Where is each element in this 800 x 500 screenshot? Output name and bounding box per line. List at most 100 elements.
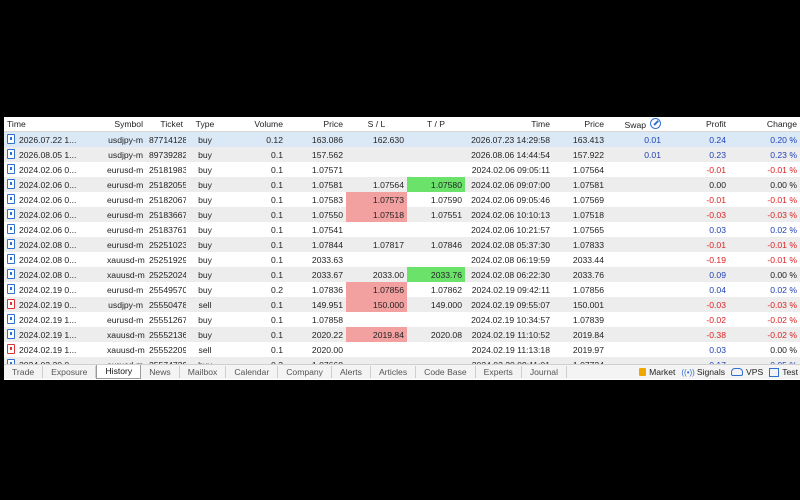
cell-close-time: 2024.02.19 11:10:52 [465,327,553,342]
table-row[interactable]: 2024.02.19 0... eurusd-m 25549570 buy 0.2 1.0… [4,282,800,297]
cell-change-value: 0.02 % [770,284,797,295]
cell-symbol: eurusd-m [104,162,146,177]
tab-alerts[interactable]: Alerts [332,366,371,378]
col-change[interactable]: Change [729,117,800,132]
cell-symbol: usdjpy-m [104,131,146,147]
cell-sl-value: 1.07817 [372,239,404,250]
cell-ticket: 89739282 [146,147,186,162]
table-row[interactable]: 2024.02.19 1... eurusd-m 25551267 buy 0.1 1.0… [4,312,800,327]
cell-volume: 0.1 [224,252,286,267]
cell-type: buy [186,207,224,222]
cell-volume-value: 0.1 [271,344,283,355]
tab-history[interactable]: History [96,365,142,379]
cell-profit-value: 0.03 [709,224,726,235]
cell-open-time-value: 2026.08.05 1... [19,150,77,160]
tab-articles[interactable]: Articles [371,366,417,378]
position-icon [7,224,15,234]
cell-type-value: buy [198,239,212,250]
col-volume[interactable]: Volume [224,117,286,132]
tab-company[interactable]: Company [278,366,332,378]
table-row[interactable]: 2024.02.08 0... xauusd-m 25252024 buy 0.1 203… [4,267,800,282]
cell-type: buy [186,312,224,327]
cell-sl: 1.07518 [346,207,407,222]
cell-profit-value: -0.03 [706,299,726,310]
cell-type-value: buy [198,284,212,295]
col-swap-label: Swap [624,120,647,130]
cell-price: 149.951 [286,297,346,312]
tab-code-base[interactable]: Code Base [416,366,476,378]
table-row[interactable]: 2026.07.22 1... usdjpy-m 87714128 buy 0.12 16… [4,131,800,147]
col-close-price[interactable]: Price [553,117,607,132]
cell-profit: 0.23 [664,147,729,162]
tab-experts[interactable]: Experts [476,366,522,378]
cell-price-value: 1.07571 [311,164,343,175]
cell-change-value: -0.01 % [767,254,797,265]
table-row[interactable]: 2024.02.19 1... xauusd-m 25552209 sell 0.1 20… [4,342,800,357]
cell-price-value: 1.07836 [311,284,343,295]
table-row[interactable]: 2024.02.06 0... eurusd-m 25182055 buy 0.1 1.0… [4,177,800,192]
col-symbol[interactable]: Symbol [104,117,146,132]
cell-close-price: 2019.97 [553,342,607,357]
cell-sl [346,222,407,237]
cell-swap [607,327,664,342]
cell-close-price: 2033.76 [553,267,607,282]
tab-calendar[interactable]: Calendar [226,366,279,378]
cell-ticket: 25183761 [146,222,186,237]
cell-symbol-value: xauusd-m [107,269,145,280]
signals-link[interactable]: ((•)) Signals [681,367,725,377]
cell-change: -0.03 % [729,207,800,222]
cell-price: 1.07541 [286,222,346,237]
market-link[interactable]: Market [639,367,675,377]
cell-sl [346,342,407,357]
cell-type-value: buy [198,314,212,325]
cell-change: 0.00 % [729,342,800,357]
edit-icon[interactable] [650,118,661,129]
tab-news[interactable]: News [141,366,180,378]
tab-trade[interactable]: Trade [4,366,44,378]
cell-profit: -0.01 [664,192,729,207]
signals-link-label: Signals [696,367,726,377]
col-close-time[interactable]: Time [465,117,553,132]
col-open-time[interactable]: Time [4,117,104,132]
cell-change-value: -0.03 % [767,299,797,310]
cell-open-time: 2026.07.22 1... [4,131,104,147]
tab-exposure[interactable]: Exposure [43,366,97,378]
table-row[interactable]: 2024.02.19 0... usdjpy-m 25550478 sell 0.1 14… [4,297,800,312]
col-ticket[interactable]: Ticket [146,117,186,132]
tab-mailbox[interactable]: Mailbox [180,366,227,378]
table-row[interactable]: 2024.02.06 0... eurusd-m 25181983 buy 0.1 1.0… [4,162,800,177]
position-icon [7,164,15,174]
vps-link[interactable]: VPS [731,367,763,377]
table-row[interactable]: 2024.02.06 0... eurusd-m 25183667 buy 0.1 1.0… [4,207,800,222]
table-row[interactable]: 2024.02.08 0... eurusd-m 25251023 buy 0.1 1.0… [4,237,800,252]
cell-volume-value: 0.1 [271,239,283,250]
cell-profit-value: -0.01 [706,194,726,205]
table-row[interactable]: 2024.02.19 1... xauusd-m 25552136 buy 0.1 202… [4,327,800,342]
cell-close-time: 2024.02.06 10:10:13 [465,207,553,222]
col-price[interactable]: Price [286,117,346,132]
table-row[interactable]: 2024.02.08 0... xauusd-m 25251929 buy 0.1 203… [4,252,800,267]
cell-price: 2020.22 [286,327,346,342]
tester-icon [769,367,780,377]
table-row[interactable]: 2024.02.06 0... eurusd-m 25183761 buy 0.1 1.0… [4,222,800,237]
table-row[interactable]: 2026.08.05 1... usdjpy-m 89739282 buy 0.1 157… [4,147,800,162]
col-type[interactable]: Type [186,117,224,132]
col-tp[interactable]: T / P [407,117,465,132]
cell-close-time-value: 2024.02.08 05:37:30 [471,239,550,250]
cell-open-time-value: 2024.02.19 1... [19,315,77,325]
col-swap[interactable]: Swap [607,117,664,132]
table-row[interactable]: 2024.02.06 0... eurusd-m 25182067 buy 0.1 1.0… [4,192,800,207]
tab-journal[interactable]: Journal [522,366,567,378]
cell-profit-value: -0.01 [706,239,726,250]
tester-link[interactable]: Test [769,367,798,377]
cell-symbol: eurusd-m [104,177,146,192]
cell-symbol-value: xauusd-m [107,254,145,265]
col-sl[interactable]: S / L [346,117,407,132]
cell-tp [407,162,465,177]
cell-swap [607,267,664,282]
cell-volume: 0.1 [224,237,286,252]
cell-price-value: 1.07550 [311,209,343,220]
cell-sl-value: 2033.00 [372,269,404,280]
col-profit[interactable]: Profit [664,117,729,132]
history-rows: 2026.07.22 1... usdjpy-m 87714128 buy 0.12 16… [4,131,800,372]
